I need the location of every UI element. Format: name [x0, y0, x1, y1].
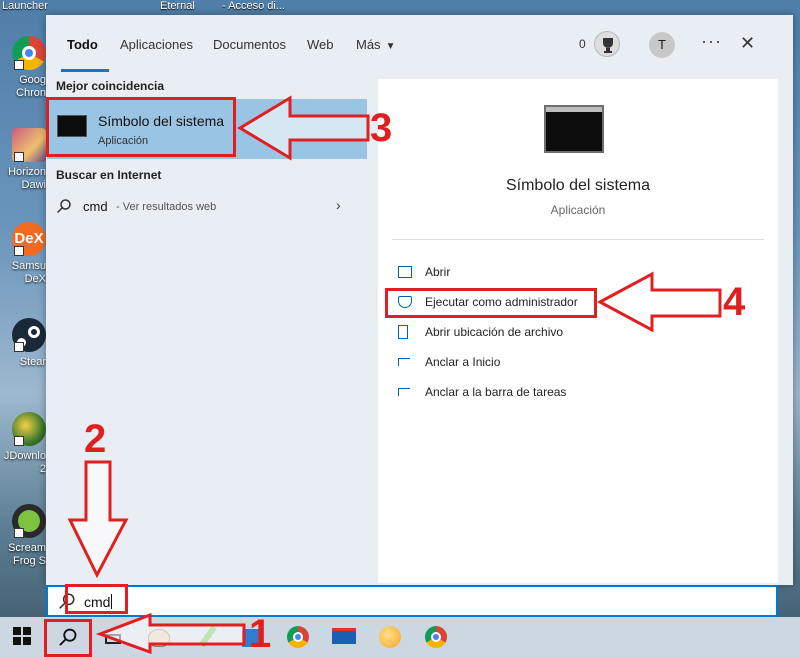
tab-mas-label: Más [356, 37, 381, 52]
active-tab-indicator [61, 69, 109, 72]
shortcut-arrow-icon [14, 152, 24, 162]
desktop-icon-label: Samsu DeX [11, 260, 46, 285]
desktop-icon-label: Stear [19, 356, 46, 368]
more-options-icon[interactable]: ··· [701, 31, 722, 52]
detail-pane: Símbolo del sistema Aplicación Abrir Eje… [378, 79, 778, 583]
taskbar [0, 617, 800, 657]
action-label: Anclar a la barra de tareas [425, 385, 567, 399]
desktop-label-acceso[interactable]: - Acceso di... [222, 0, 285, 12]
desktop-icon-horizon[interactable]: Horizon Dawi [0, 124, 46, 204]
desktop-icon-jdownloader[interactable]: JDownlo 2 [0, 408, 46, 488]
annotation-step-3: 3 [370, 106, 393, 150]
action-label: Abrir [425, 265, 451, 279]
close-icon[interactable]: ✕ [740, 33, 755, 54]
best-match-heading: Mejor coincidencia [56, 79, 165, 93]
desktop-icon-chrome[interactable]: Goog Chron [0, 32, 46, 112]
desktop-icon-dex[interactable]: DeX Samsu DeX [0, 218, 46, 298]
desktop-icon-screaming-frog[interactable]: Scream Frog S [0, 500, 46, 580]
desktop-label-launcher[interactable]: Launcher [2, 0, 48, 12]
tab-aplicaciones[interactable]: Aplicaciones [120, 37, 193, 52]
pen-app-icon[interactable] [196, 625, 220, 649]
detail-subtitle: Aplicación [550, 203, 606, 217]
action-abrir[interactable]: Abrir [398, 261, 758, 285]
desktop-label-eternal[interactable]: Eternal [160, 0, 195, 12]
desktop-top-strip: Launcher Eternal - Acceso di... [0, 0, 800, 16]
annotation-box-search-input [65, 584, 128, 614]
desktop-icon-label: JDownlo 2 [3, 450, 46, 475]
shortcut-arrow-icon [14, 528, 24, 538]
detail-divider [392, 239, 764, 240]
shortcut-arrow-icon [14, 436, 24, 446]
action-pin-start[interactable]: Anclar a Inicio [398, 351, 758, 375]
rewards-trophy-icon[interactable] [594, 31, 620, 57]
tab-web[interactable]: Web [307, 37, 334, 52]
task-view-icon[interactable] [102, 625, 126, 649]
shortcut-arrow-icon [14, 60, 24, 70]
web-search-heading: Buscar en Internet [56, 168, 162, 182]
chevron-down-icon: ▼ [385, 41, 396, 52]
paint-icon[interactable] [148, 625, 172, 649]
desktop-icon-label: Horizon Dawi [8, 166, 46, 191]
user-avatar[interactable]: T [649, 32, 675, 58]
action-label: Abrir ubicación de archivo [425, 325, 564, 339]
file-location-icon [398, 325, 408, 339]
annotation-box-run-admin [385, 288, 597, 318]
shortcut-arrow-icon [14, 342, 24, 352]
rewards-points: 0 [579, 37, 586, 51]
edge-canary-icon[interactable] [378, 625, 402, 649]
detail-title: Símbolo del sistema [505, 177, 651, 194]
tab-bar: Todo Aplicaciones Documentos Web Más ▼ 0 … [46, 15, 793, 73]
annotation-step-1: 1 [249, 612, 272, 656]
web-query-text: cmd [83, 199, 108, 214]
search-icon [56, 199, 71, 214]
remote-desktop-icon[interactable] [332, 625, 356, 649]
pin-icon [398, 388, 410, 396]
desktop-icon-label: Scream Frog S [8, 542, 46, 567]
chrome-icon[interactable] [286, 625, 310, 649]
annotation-box-best-match [46, 97, 236, 157]
tab-todo[interactable]: Todo [67, 37, 98, 52]
tab-mas[interactable]: Más ▼ [356, 37, 395, 52]
pin-icon [398, 358, 410, 366]
open-icon [398, 266, 412, 278]
search-box[interactable]: cmd [46, 585, 778, 617]
annotation-box-search-button [44, 619, 92, 657]
web-search-result[interactable]: cmd - Ver resultados web › [46, 191, 368, 221]
annotation-step-4: 4 [723, 280, 746, 324]
windows-start-icon[interactable] [13, 627, 31, 645]
action-label: Anclar a Inicio [425, 355, 501, 369]
command-prompt-large-icon [544, 105, 604, 153]
chrome-alt-icon[interactable] [424, 625, 448, 649]
desktop-icon-label: Goog Chron [16, 74, 46, 99]
desktop-icon-steam[interactable]: Stear [0, 314, 46, 394]
tab-documentos[interactable]: Documentos [213, 37, 286, 52]
action-open-file-location[interactable]: Abrir ubicación de archivo [398, 321, 758, 345]
chevron-right-icon[interactable]: › [336, 197, 341, 213]
shortcut-arrow-icon [14, 246, 24, 256]
web-query-suffix: - Ver resultados web [116, 201, 217, 213]
annotation-step-2: 2 [84, 417, 107, 461]
action-pin-taskbar[interactable]: Anclar a la barra de tareas [398, 381, 758, 405]
